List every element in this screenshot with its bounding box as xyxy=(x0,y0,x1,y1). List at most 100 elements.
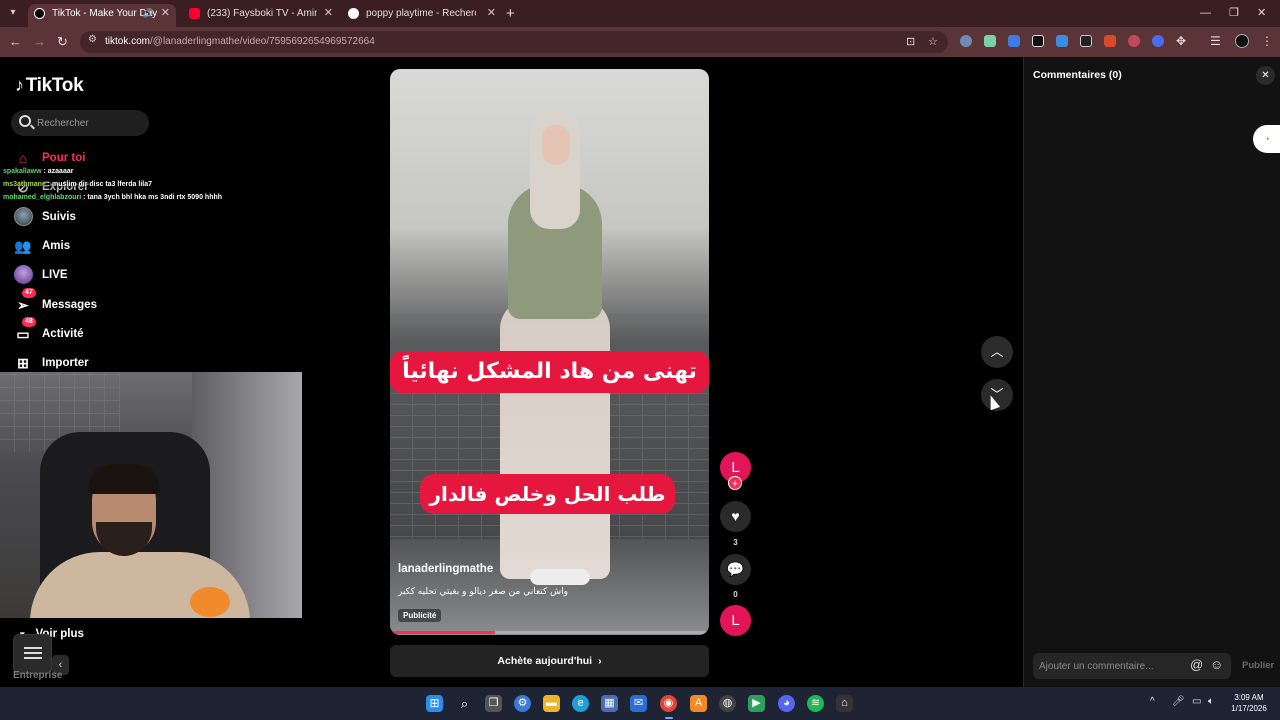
volume-icon[interactable]: 🔈︎ xyxy=(1208,696,1214,707)
sidebar-item-messages[interactable]: ➢ 47 Messages xyxy=(13,288,97,316)
video-person-face xyxy=(542,125,570,165)
discord-icon[interactable]: ◕ xyxy=(778,695,795,712)
previous-video-chevron-up-icon[interactable]: ︿ xyxy=(981,336,1013,368)
back-icon[interactable]: ← xyxy=(9,34,22,50)
search-taskbar-icon[interactable]: ⌕ xyxy=(456,695,473,712)
webcam-microphone xyxy=(190,587,230,617)
mention-at-icon[interactable]: @ xyxy=(1190,657,1203,672)
shop-now-button[interactable]: Achète aujourd'hui › xyxy=(390,645,709,677)
app-icon[interactable]: A xyxy=(690,695,707,712)
profile-avatar[interactable] xyxy=(1235,34,1249,48)
close-comments-icon[interactable]: ✕ xyxy=(1256,66,1275,85)
tab-tiktok[interactable]: TikTok - Make Your Day 🔊 ✕ xyxy=(28,4,176,27)
omnibox[interactable]: ⚙ tiktok.com/@lanaderlingmathe/video/759… xyxy=(80,31,948,53)
sponsored-badge: Publicité xyxy=(398,609,442,622)
extension-icon[interactable] xyxy=(1080,35,1092,47)
new-tab-icon[interactable]: + xyxy=(506,4,515,23)
extension-icon[interactable] xyxy=(1152,35,1164,47)
comment-bubble-icon[interactable]: 💬 xyxy=(720,554,751,585)
tiktok-favicon-icon xyxy=(34,8,45,19)
sidebar-item-activite[interactable]: ▭ 48 Activité xyxy=(13,317,84,345)
follow-plus-icon[interactable]: + xyxy=(728,476,742,490)
tiktok-logo[interactable]: ♪ TikTok xyxy=(15,75,84,97)
install-app-icon[interactable]: ⊡ xyxy=(906,35,915,48)
reload-icon[interactable]: ↻ xyxy=(57,34,68,50)
restore-icon[interactable]: ❐ xyxy=(1229,4,1239,23)
video-player[interactable]: تهنى من هاد المشكل نهائياً طلب الحل وخلص… xyxy=(390,69,709,635)
edge-icon[interactable]: e xyxy=(572,695,589,712)
like-heart-icon[interactable]: ♥ xyxy=(720,501,751,532)
windows-taskbar: ⊞ ⌕ ❐ ⚙ ▬ e ▦ ✉ ◉ A ◍ ▶ ◕ ≋ ⌂ ^ 🎤︎ ▭ 🔈︎ … xyxy=(0,687,1280,720)
speaker-icon[interactable]: 🔊 xyxy=(143,4,154,23)
task-view-icon[interactable]: ❐ xyxy=(485,695,502,712)
emoji-icon[interactable]: ☺ xyxy=(1210,657,1223,672)
search-input[interactable] xyxy=(37,114,145,132)
sidebar-item-live[interactable]: LIVE xyxy=(13,264,68,286)
footer-entreprise-link[interactable]: Entreprise xyxy=(13,670,62,681)
extension-floating-icon[interactable]: ◔ xyxy=(1253,125,1280,153)
mail-icon[interactable]: ✉ xyxy=(630,695,647,712)
microphone-icon[interactable]: 🎤︎ xyxy=(1172,696,1185,707)
sidebar-item-importer[interactable]: ⊞ Importer xyxy=(13,352,89,374)
tray-overflow-icon[interactable]: ^ xyxy=(1150,696,1155,707)
sidebar-item-suivis[interactable]: Suivis xyxy=(13,206,76,228)
sidebar-item-label: Importer xyxy=(42,357,89,369)
google-favicon-icon xyxy=(348,8,359,19)
app-icon[interactable]: ⌂ xyxy=(836,695,853,712)
reading-list-icon[interactable]: ☰ xyxy=(1210,34,1221,48)
chrome-icon[interactable]: ◉ xyxy=(660,695,677,712)
search-box[interactable] xyxy=(11,110,149,136)
bookmark-star-icon[interactable]: ☆ xyxy=(928,35,938,48)
url-text[interactable]: tiktok.com/@lanaderlingmathe/video/75956… xyxy=(105,36,375,47)
chat-message: spakallaww : azaaaar xyxy=(3,168,74,175)
extension-icon[interactable] xyxy=(960,35,972,47)
comment-input-box[interactable]: @ ☺ xyxy=(1033,653,1231,679)
store-icon[interactable]: ▦ xyxy=(601,695,618,712)
publish-button[interactable]: Publier xyxy=(1242,660,1274,671)
active-app-indicator xyxy=(665,717,673,719)
file-explorer-icon[interactable]: ▬ xyxy=(543,695,560,712)
close-tab-icon[interactable]: ✕ xyxy=(161,4,170,23)
video-progress-bar[interactable] xyxy=(390,631,709,634)
chevron-right-icon: › xyxy=(598,655,602,667)
steam-icon[interactable]: ◍ xyxy=(719,695,736,712)
windows-start-icon[interactable]: ⊞ xyxy=(426,695,443,712)
menu-kebab-icon[interactable]: ⋮ xyxy=(1261,34,1273,48)
settings-gear-icon[interactable]: ⚙ xyxy=(514,695,531,712)
extension-icon[interactable] xyxy=(1128,35,1140,47)
sidebar-item-label: Pour toi xyxy=(42,152,86,164)
dock-menu-button[interactable] xyxy=(13,634,52,674)
extension-icon[interactable] xyxy=(1032,35,1044,47)
taskbar-clock[interactable]: 3:09 AM 1/17/2026 xyxy=(1224,692,1274,714)
network-icon[interactable]: ▭ xyxy=(1192,696,1201,707)
clock-date: 1/17/2026 xyxy=(1231,704,1267,713)
minimize-icon[interactable]: — xyxy=(1200,4,1211,23)
live-avatar-icon xyxy=(14,265,33,284)
comment-input[interactable] xyxy=(1039,657,1189,675)
sidebar-item-amis[interactable]: 👥 Amis xyxy=(13,235,70,257)
extension-icon[interactable] xyxy=(1056,35,1068,47)
extension-icon[interactable] xyxy=(1008,35,1020,47)
tab-youtube[interactable]: (233) Faysboki TV - Amine iMrni ✕ xyxy=(183,4,339,27)
tab-search-icon[interactable]: ▾ xyxy=(5,5,21,21)
friends-icon: 👥 xyxy=(14,238,32,254)
comments-title: Commentaires (0) xyxy=(1033,69,1122,81)
sidebar-item-label: Amis xyxy=(42,240,71,252)
tab-google[interactable]: poppy playtime - Recherche Go ✕ xyxy=(342,4,502,27)
extensions-puzzle-icon[interactable]: ✥ xyxy=(1176,34,1186,48)
music-disc-avatar[interactable]: L xyxy=(720,605,751,636)
forward-icon[interactable]: → xyxy=(33,34,46,50)
extension-icon[interactable] xyxy=(984,35,996,47)
close-window-icon[interactable]: ✕ xyxy=(1257,4,1266,23)
youtube-favicon-icon xyxy=(189,8,200,19)
browser-tab-bar: ▾ TikTok - Make Your Day 🔊 ✕ (233) Faysb… xyxy=(0,0,1280,27)
spotify-icon[interactable]: ≋ xyxy=(807,695,824,712)
close-tab-icon[interactable]: ✕ xyxy=(324,4,333,23)
site-info-icon[interactable]: ⚙ xyxy=(88,34,97,45)
close-tab-icon[interactable]: ✕ xyxy=(487,4,496,23)
app-icon[interactable]: ▶ xyxy=(748,695,765,712)
video-person-shoes xyxy=(530,569,590,585)
upload-icon: ⊞ xyxy=(17,355,29,371)
video-author[interactable]: lanaderlingmathe xyxy=(398,563,493,575)
extension-icon[interactable] xyxy=(1104,35,1116,47)
